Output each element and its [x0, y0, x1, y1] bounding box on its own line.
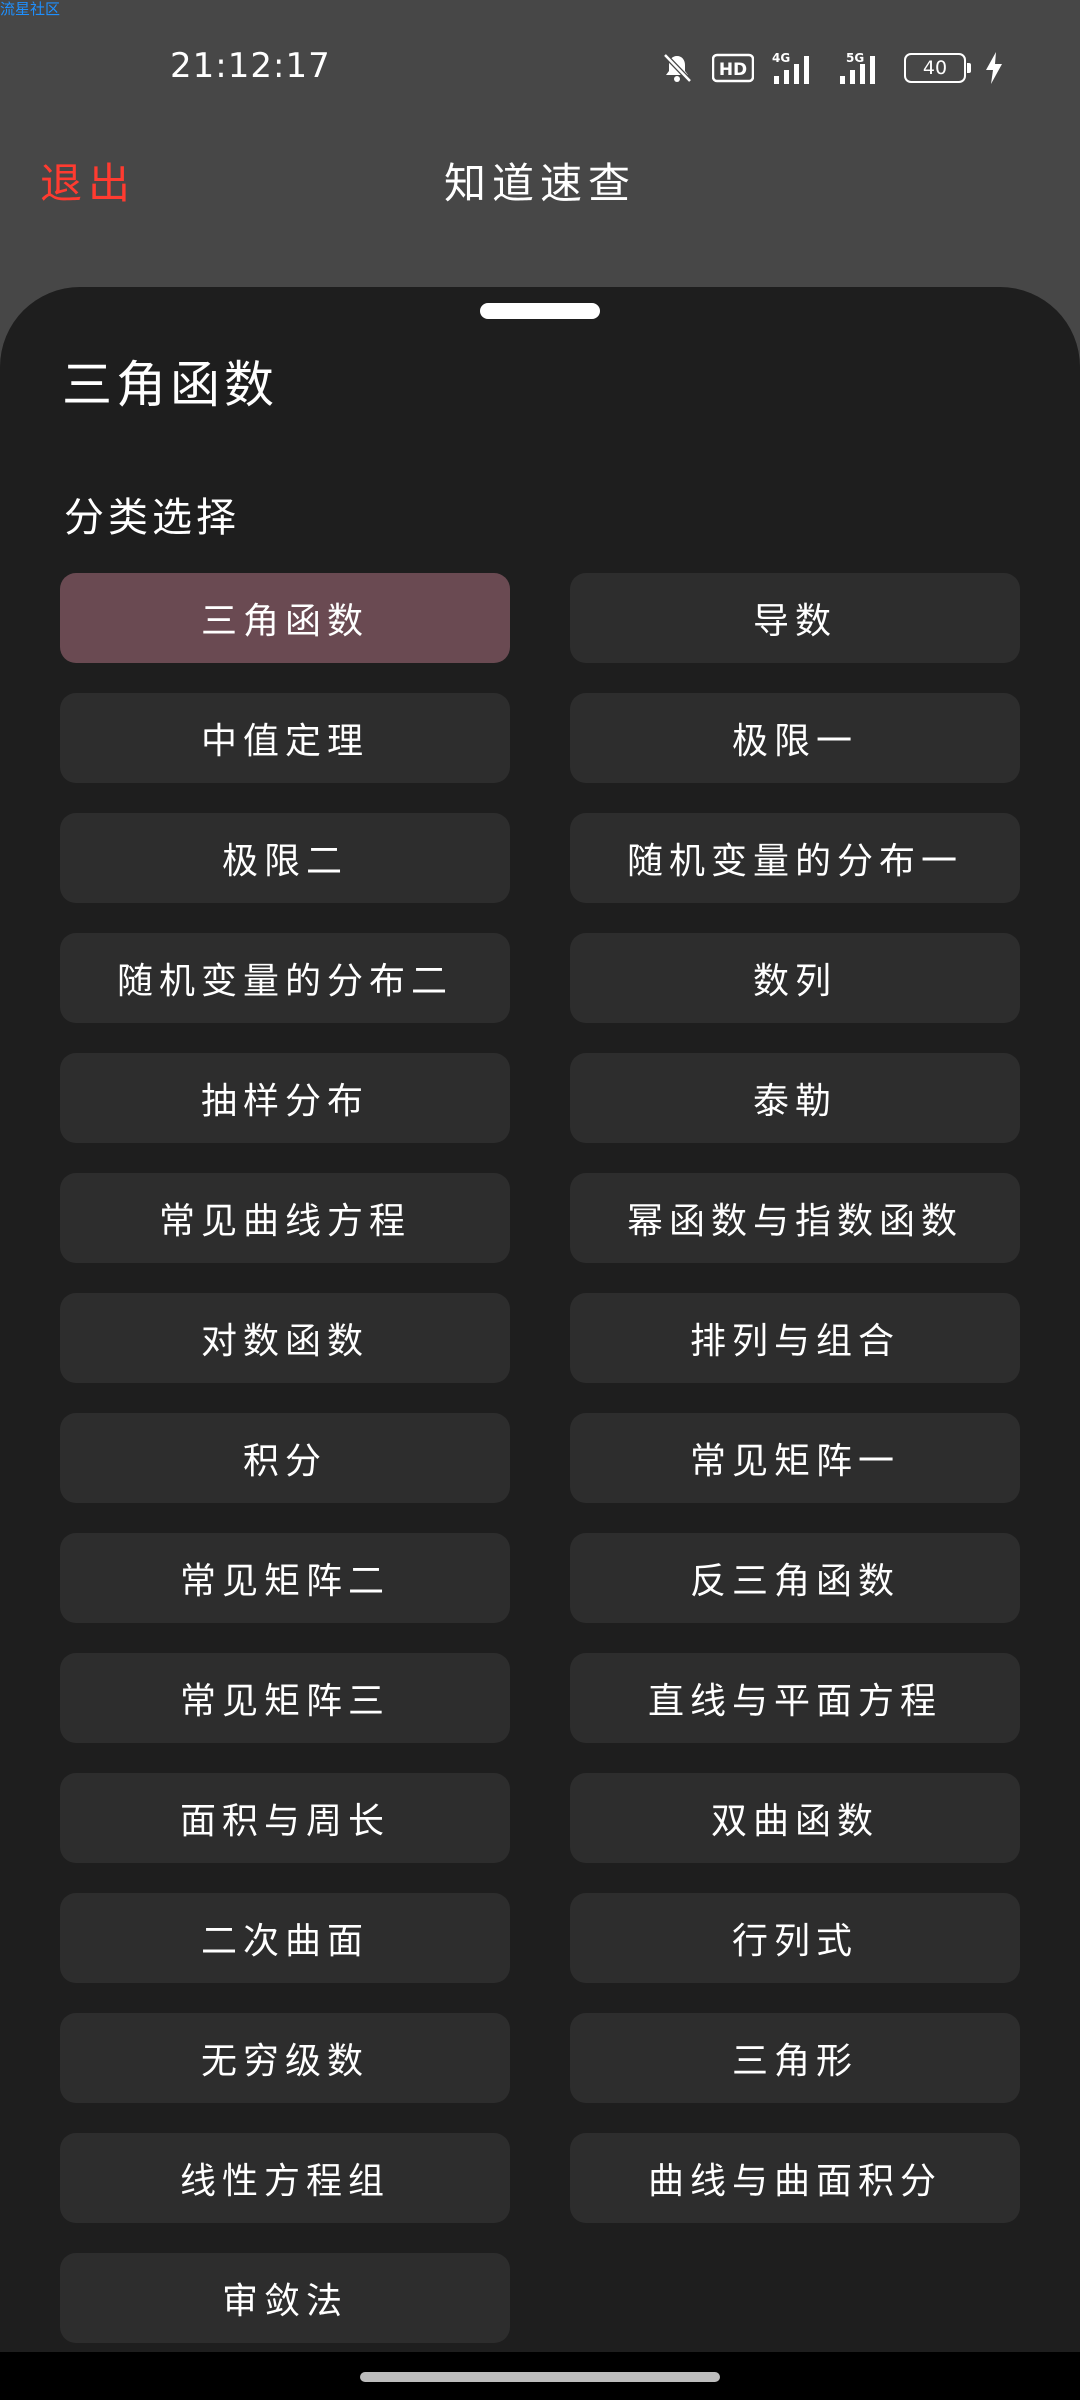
category-chip[interactable]: 双曲函数: [570, 1773, 1020, 1863]
status-time: 21:12:17: [170, 46, 331, 86]
charging-bolt-icon: [984, 51, 1004, 85]
sheet-title: 三角函数: [62, 356, 278, 414]
battery-icon: 40: [904, 53, 971, 83]
category-chip[interactable]: 审敛法: [60, 2253, 510, 2343]
category-chip[interactable]: 极限二: [60, 813, 510, 903]
category-chip[interactable]: 反三角函数: [570, 1533, 1020, 1623]
category-chip[interactable]: 导数: [570, 573, 1020, 663]
category-chip[interactable]: 对数函数: [60, 1293, 510, 1383]
category-chip[interactable]: 中值定理: [60, 693, 510, 783]
category-chip[interactable]: 二次曲面: [60, 1893, 510, 1983]
hd-label: HD: [719, 60, 747, 80]
status-icons: HD 4G 5G 40: [660, 48, 1004, 88]
category-chip[interactable]: 行列式: [570, 1893, 1020, 1983]
app-screen: 流星社区 21:12:17 HD 4G 5G 40 退出 知道速查 三角函数 分…: [0, 0, 1080, 2400]
category-chip[interactable]: 常见矩阵三: [60, 1653, 510, 1743]
category-chip[interactable]: 面积与周长: [60, 1773, 510, 1863]
section-label: 分类选择: [64, 495, 240, 541]
battery-level: 40: [922, 57, 948, 79]
category-chip[interactable]: 幂函数与指数函数: [570, 1173, 1020, 1263]
app-title: 知道速查: [443, 159, 636, 208]
category-chip[interactable]: 抽样分布: [60, 1053, 510, 1143]
category-chip[interactable]: 随机变量的分布二: [60, 933, 510, 1023]
hd-icon: HD: [712, 52, 754, 84]
category-chip[interactable]: 常见矩阵一: [570, 1413, 1020, 1503]
category-chip[interactable]: 随机变量的分布一: [570, 813, 1020, 903]
signal-4g-icon: 4G: [772, 50, 820, 86]
category-chip[interactable]: 三角函数: [60, 573, 510, 663]
category-chip[interactable]: 直线与平面方程: [570, 1653, 1020, 1743]
bottom-sheet: 三角函数 分类选择 三角函数 导数 中值定理 极限一 极限二 随机变量的分布一 随机变量的分…: [0, 287, 1080, 2400]
category-chip[interactable]: 极限一: [570, 693, 1020, 783]
category-chip[interactable]: 常见矩阵二: [60, 1533, 510, 1623]
category-chip[interactable]: 积分: [60, 1413, 510, 1503]
app-header: 退出 知道速查: [0, 140, 1080, 220]
category-chip[interactable]: 常见曲线方程: [60, 1173, 510, 1263]
watermark-text: 流星社区: [0, 0, 61, 18]
category-chip[interactable]: 数列: [570, 933, 1020, 1023]
category-grid: 三角函数 导数 中值定理 极限一 极限二 随机变量的分布一 随机变量的分布二 数列 抽样分布 泰勒…: [60, 573, 1020, 2343]
category-chip[interactable]: 排列与组合: [570, 1293, 1020, 1383]
category-chip[interactable]: 三角形: [570, 2013, 1020, 2103]
signal-5g-label: 5G: [846, 51, 864, 65]
status-bar: 21:12:17 HD 4G 5G 40: [0, 40, 1080, 96]
drag-handle[interactable]: [480, 303, 600, 319]
category-chip[interactable]: 线性方程组: [60, 2133, 510, 2223]
home-indicator[interactable]: [360, 2372, 720, 2382]
signal-5g-icon: 5G: [838, 50, 886, 86]
bell-off-icon: [660, 51, 694, 85]
category-chip[interactable]: 无穷级数: [60, 2013, 510, 2103]
category-chip[interactable]: 泰勒: [570, 1053, 1020, 1143]
navigation-bar: [0, 2352, 1080, 2400]
category-chip[interactable]: 曲线与曲面积分: [570, 2133, 1020, 2223]
signal-4g-label: 4G: [772, 51, 790, 65]
